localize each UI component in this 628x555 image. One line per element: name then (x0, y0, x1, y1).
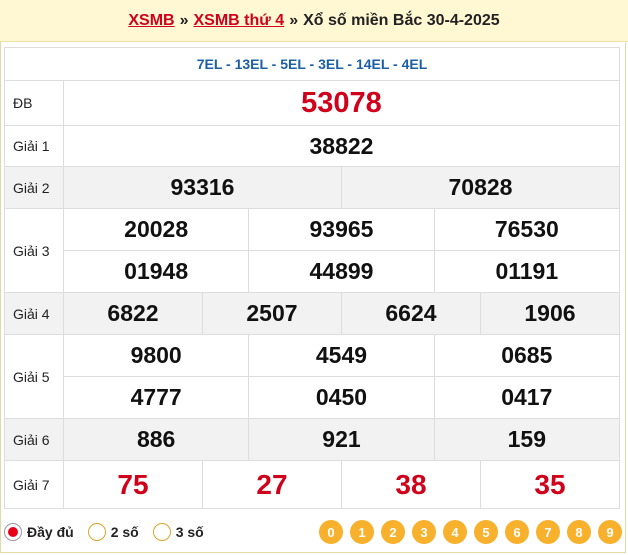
prize-label: Giải 1 (4, 125, 64, 167)
digit-filter-group: 0 1 2 3 4 5 6 7 8 9 (319, 520, 622, 544)
digit-filter-4[interactable]: 4 (443, 520, 467, 544)
prize-number: 44899 (248, 250, 435, 293)
prize-number: 2507 (201, 292, 342, 335)
prize-number: 27 (201, 460, 342, 509)
prize-number: 38822 (63, 125, 620, 167)
prize-row-5a: Giải 5 9800 4549 0685 (4, 334, 621, 419)
digit-filter-0[interactable]: 0 (319, 520, 343, 544)
prize-number: 01948 (62, 250, 250, 293)
prize-number: 76530 (433, 208, 621, 251)
xsmb-link[interactable]: XSMB (128, 12, 174, 30)
radio-checked-icon (4, 523, 22, 541)
prize-number: 886 (62, 418, 250, 461)
prize-label: Giải 3 (4, 208, 64, 293)
digit-filter-6[interactable]: 6 (505, 520, 529, 544)
prize-label: Giải 4 (4, 292, 64, 335)
prize-number: 9800 (62, 334, 250, 377)
special-prize-number: 53078 (63, 80, 620, 126)
prize-number: 4777 (62, 376, 250, 419)
prize-row-3b: 01948 44899 01191 (5, 250, 621, 293)
digit-filter-1[interactable]: 1 (350, 520, 374, 544)
digit-filter-2[interactable]: 2 (381, 520, 405, 544)
digit-filter-5[interactable]: 5 (474, 520, 498, 544)
xsmb-wednesday-link[interactable]: XSMB thứ 4 (193, 12, 284, 30)
prize-number: 0417 (433, 376, 621, 419)
page-title: Xổ số miền Bắc 30-4-2025 (303, 11, 500, 29)
prize-number: 0685 (433, 334, 621, 377)
prize-number: 20028 (62, 208, 250, 251)
radio-label: Đầy đủ (27, 524, 74, 540)
breadcrumb-separator: » (179, 11, 189, 29)
prize-number: 75 (63, 460, 203, 509)
prize-label: ĐB (4, 80, 64, 126)
radio-3-digits[interactable]: 3 số (152, 523, 204, 541)
prize-row-7: Giải 7 75 27 38 35 (4, 460, 621, 509)
breadcrumb-separator: » (289, 11, 299, 29)
prize-number: 6624 (340, 292, 481, 335)
prize-row-db: ĐB 53078 (4, 80, 620, 126)
digit-filter-3[interactable]: 3 (412, 520, 436, 544)
prize-number: 01191 (433, 250, 621, 293)
prize-number: 35 (479, 460, 621, 509)
prize-number: 93965 (248, 208, 435, 251)
radio-label: 2 số (110, 524, 139, 540)
results-table: 7EL - 13EL - 5EL - 3EL - 14EL - 4EL ĐB 5… (4, 47, 621, 509)
digit-filter-9[interactable]: 9 (598, 520, 622, 544)
prize-row-3a: Giải 3 20028 93965 76530 (4, 208, 621, 293)
prize-number: 6822 (63, 292, 203, 335)
prize-label: Giải 7 (4, 460, 64, 509)
prize-row-1: Giải 1 38822 (4, 125, 620, 167)
prize-row-5b: 4777 0450 0417 (5, 376, 621, 419)
prize-label: Giải 6 (4, 418, 64, 461)
radio-2-digits[interactable]: 2 số (87, 523, 139, 541)
radio-full[interactable]: Đầy đủ (4, 523, 74, 541)
ticket-codes: 7EL - 13EL - 5EL - 3EL - 14EL - 4EL (4, 47, 620, 81)
radio-unchecked-icon (152, 523, 171, 541)
digit-filter-7[interactable]: 7 (536, 520, 560, 544)
prize-number: 93316 (63, 166, 342, 209)
prize-number: 70828 (340, 166, 621, 209)
display-options-bar: Đầy đủ 2 số 3 số 0 1 2 3 4 5 6 7 8 9 (4, 513, 622, 551)
prize-row-6: Giải 6 886 921 159 (4, 418, 621, 461)
prize-number: 921 (248, 418, 435, 461)
page-header: XSMB » XSMB thứ 4 » Xổ số miền Bắc 30-4-… (0, 0, 628, 42)
prize-number: 1906 (479, 292, 621, 335)
radio-label: 3 số (175, 524, 204, 540)
digit-filter-8[interactable]: 8 (567, 520, 591, 544)
radio-unchecked-icon (87, 523, 106, 541)
prize-row-4: Giải 4 6822 2507 6624 1906 (4, 292, 621, 335)
prize-number: 38 (340, 460, 481, 509)
codes-row: 7EL - 13EL - 5EL - 3EL - 14EL - 4EL (4, 47, 620, 81)
prize-row-2: Giải 2 93316 70828 (4, 166, 621, 209)
prize-label: Giải 5 (4, 334, 64, 419)
prize-number: 159 (433, 418, 621, 461)
prize-number: 0450 (248, 376, 435, 419)
prize-number: 4549 (248, 334, 435, 377)
prize-label: Giải 2 (4, 166, 64, 209)
